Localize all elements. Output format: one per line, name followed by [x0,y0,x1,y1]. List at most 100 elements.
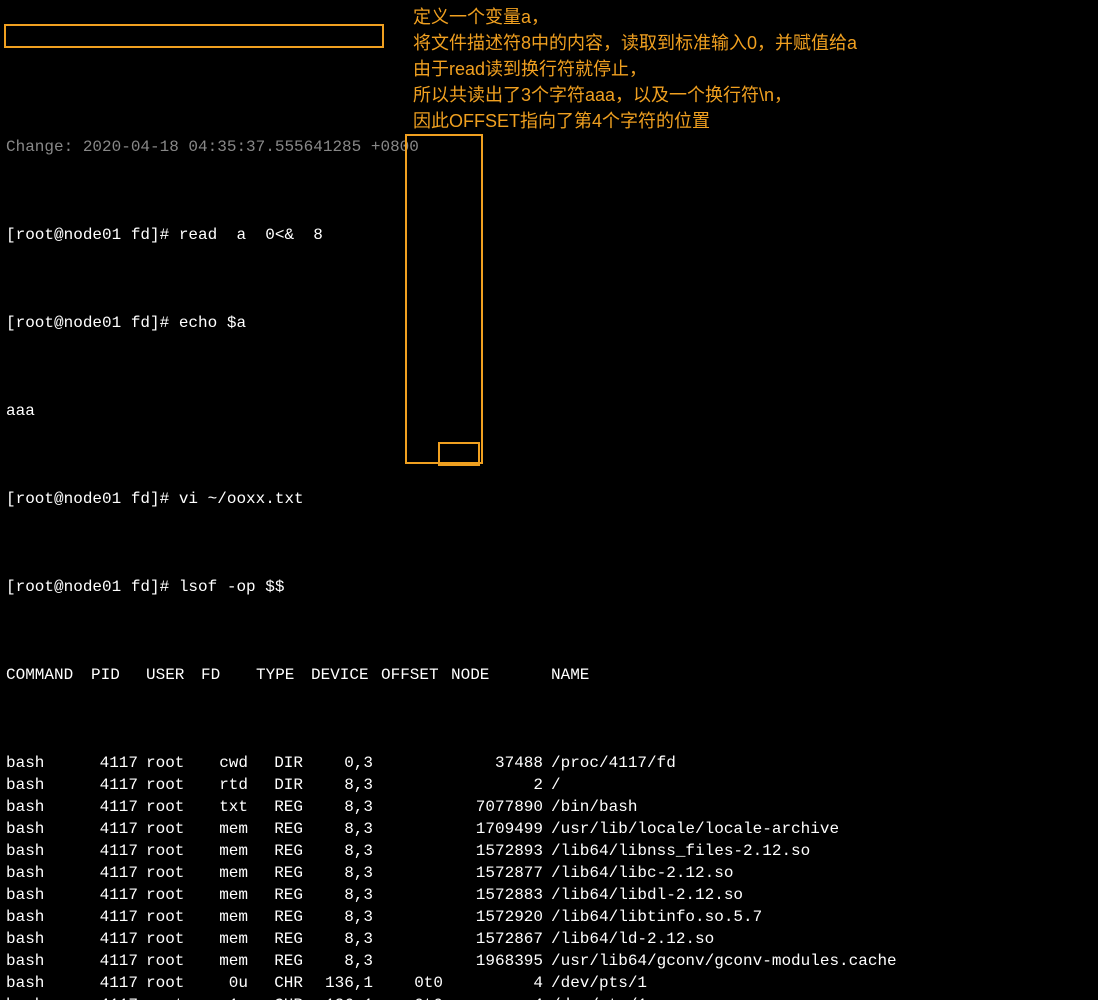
cell-fd: mem [201,818,256,840]
cell-name: /lib64/libtinfo.so.5.7 [551,906,1092,928]
cell-pid: 4117 [91,796,146,818]
col-node: NODE [451,664,551,686]
cell-type: REG [256,840,311,862]
cell-offset: 0t0 [381,994,451,1000]
cell-user: root [146,818,201,840]
cell-offset [381,906,451,928]
shell-command: read a 0<& 8 [179,226,323,244]
cell-command: bash [6,774,91,796]
cell-pid: 4117 [91,950,146,972]
cell-fd: rtd [201,774,256,796]
cell-command: bash [6,884,91,906]
cell-offset [381,950,451,972]
annotation-line: 所以共读出了3个字符aaa，以及一个换行符\n， [413,82,1083,108]
prompt-line-4: [root@node01 fd]# lsof -op $$ [6,576,1092,598]
cell-name: /proc/4117/fd [551,752,1092,774]
cell-offset [381,818,451,840]
cell-fd: mem [201,906,256,928]
cell-name: /usr/lib/locale/locale-archive [551,818,1092,840]
cell-command: bash [6,796,91,818]
annotation-line: 因此OFFSET指向了第4个字符的位置 [413,108,1083,134]
cell-user: root [146,950,201,972]
cell-node: 2 [451,774,551,796]
annotation-line: 由于read读到换行符就停止， [413,56,1083,82]
cell-node: 1572867 [451,928,551,950]
shell-prompt: [root@node01 fd]# [6,490,179,508]
cell-pid: 4117 [91,840,146,862]
cell-user: root [146,884,201,906]
table-row: bash4117rootmemREG8,31968395/usr/lib64/g… [6,950,1092,972]
cell-type: CHR [256,994,311,1000]
cell-command: bash [6,994,91,1000]
cell-user: root [146,972,201,994]
cell-type: REG [256,862,311,884]
cell-device: 8,3 [311,862,381,884]
cell-command: bash [6,950,91,972]
annotation-line: 将文件描述符8中的内容，读取到标准输入0，并赋值给a [413,30,1083,56]
table-row: bash4117rootmemREG8,31572883/lib64/libdl… [6,884,1092,906]
cell-offset [381,884,451,906]
cell-offset [381,928,451,950]
cell-user: root [146,906,201,928]
cell-name: / [551,774,1092,796]
cell-pid: 4117 [91,994,146,1000]
cell-name: /usr/lib64/gconv/gconv-modules.cache [551,950,1092,972]
cell-fd: mem [201,840,256,862]
col-command: COMMAND [6,664,91,686]
cell-node: 1572877 [451,862,551,884]
cell-user: root [146,752,201,774]
table-row: bash4117roottxtREG8,37077890/bin/bash [6,796,1092,818]
cell-command: bash [6,906,91,928]
cell-device: 8,3 [311,774,381,796]
cell-type: REG [256,796,311,818]
cell-command: bash [6,862,91,884]
cell-name: /bin/bash [551,796,1092,818]
cell-device: 8,3 [311,906,381,928]
shell-prompt: [root@node01 fd]# [6,226,179,244]
cell-offset [381,774,451,796]
cell-name: /lib64/libc-2.12.so [551,862,1092,884]
shell-prompt: [root@node01 fd]# [6,314,179,332]
cell-pid: 4117 [91,906,146,928]
cell-device: 8,3 [311,796,381,818]
cell-device: 8,3 [311,928,381,950]
cell-fd: mem [201,950,256,972]
table-row: bash4117root1uCHR136,10t04/dev/pts/1 [6,994,1092,1000]
annotation-overlay: 定义一个变量a， 将文件描述符8中的内容，读取到标准输入0，并赋值给a 由于re… [413,4,1083,134]
cell-type: REG [256,818,311,840]
cell-type: DIR [256,752,311,774]
cell-offset: 0t0 [381,972,451,994]
shell-command: lsof -op $$ [179,578,285,596]
cell-name: /dev/pts/1 [551,972,1092,994]
cell-node: 1572893 [451,840,551,862]
cell-fd: mem [201,928,256,950]
cell-offset [381,796,451,818]
cell-type: DIR [256,774,311,796]
col-pid: PID [91,664,146,686]
table-row: bash4117rootmemREG8,31572893/lib64/libns… [6,840,1092,862]
col-user: USER [146,664,201,686]
table-row: bash4117rootmemREG8,31709499/usr/lib/loc… [6,818,1092,840]
cell-user: root [146,774,201,796]
cell-type: REG [256,928,311,950]
cell-name: /dev/pts/1 [551,994,1092,1000]
annotation-line: 定义一个变量a， [413,4,1083,30]
cell-user: root [146,994,201,1000]
cell-device: 8,3 [311,818,381,840]
cell-command: bash [6,972,91,994]
cell-type: REG [256,906,311,928]
cell-node: 1572883 [451,884,551,906]
prompt-line-1: [root@node01 fd]# read a 0<& 8 [6,224,1092,246]
cell-type: REG [256,950,311,972]
col-fd: FD [201,664,256,686]
cell-fd: txt [201,796,256,818]
prompt-line-2: [root@node01 fd]# echo $a [6,312,1092,334]
cell-fd: 1u [201,994,256,1000]
cell-pid: 4117 [91,774,146,796]
cell-pid: 4117 [91,972,146,994]
table-row: bash4117root0uCHR136,10t04/dev/pts/1 [6,972,1092,994]
terminal-output: Change: 2020-04-18 04:35:37.555641285 +0… [0,88,1098,1000]
cell-type: REG [256,884,311,906]
cell-fd: mem [201,862,256,884]
cell-offset [381,840,451,862]
